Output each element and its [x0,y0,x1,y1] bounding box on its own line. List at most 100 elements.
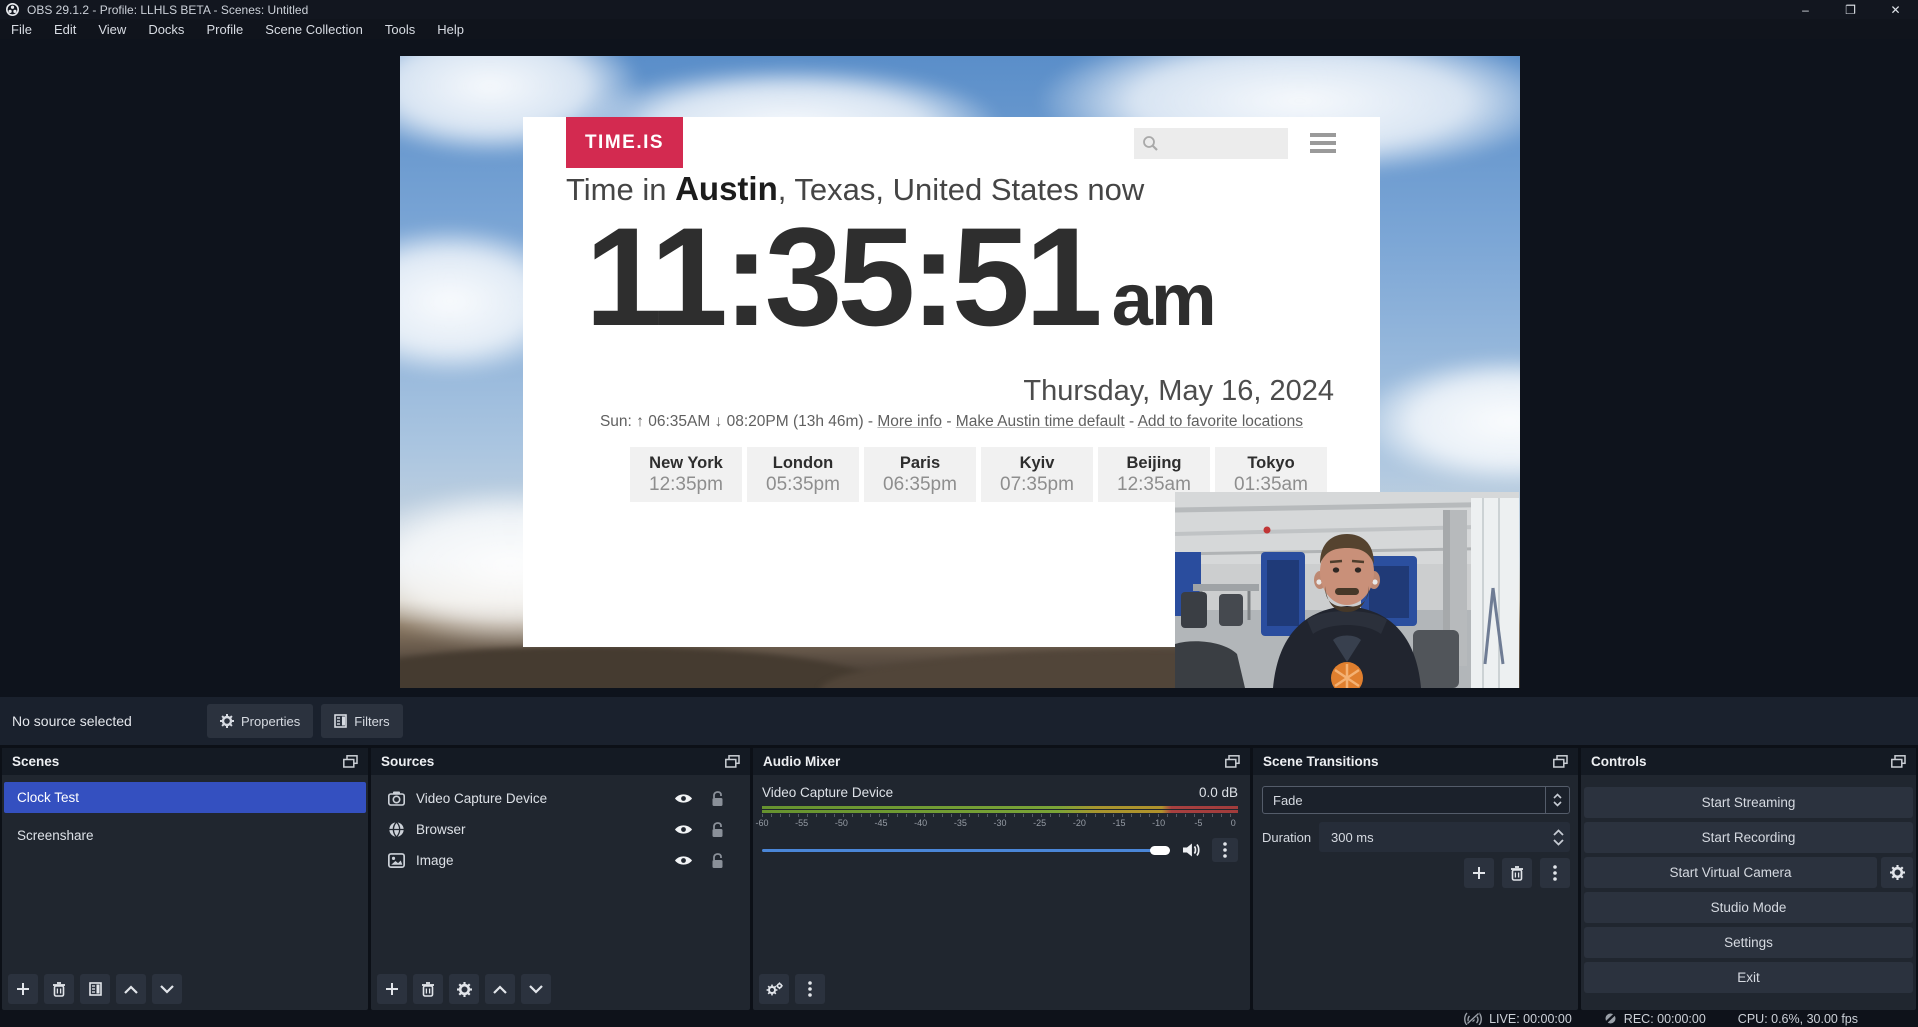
source-item-image[interactable]: Image [371,845,750,876]
add-source-button[interactable] [377,974,407,1004]
city-kyiv[interactable]: Kyiv 07:35pm [981,447,1093,502]
minimize-button[interactable]: – [1783,0,1828,19]
popout-icon[interactable] [1553,755,1568,768]
current-time: 11:35:51 am [585,203,1345,350]
start-virtual-camera-button[interactable]: Start Virtual Camera [1584,857,1877,888]
hamburger-menu-icon[interactable] [1310,133,1336,153]
chevron-down-icon [529,985,543,994]
make-default-link[interactable]: Make Austin time default [956,413,1125,430]
source-item-video-capture[interactable]: Video Capture Device [371,783,750,814]
add-favorite-link[interactable]: Add to favorite locations [1138,413,1303,430]
dots-vertical-icon [1223,842,1227,858]
gear-icon [457,982,472,997]
speaker-icon[interactable] [1182,842,1201,858]
popout-icon[interactable] [725,755,740,768]
timeis-search-input[interactable] [1134,128,1288,159]
menu-docks[interactable]: Docks [137,20,195,39]
obs-logo-icon [6,3,19,16]
spinner-arrows-icon[interactable] [1553,822,1564,852]
preview-area[interactable]: TIME.IS Time in Austin, Texas, United St… [0,39,1918,697]
virtual-camera-settings-button[interactable] [1881,857,1913,888]
more-info-link[interactable]: More info [877,413,942,430]
rec-timer: REC: 00:00:00 [1624,1012,1706,1026]
menu-edit[interactable]: Edit [43,20,87,39]
source-properties-button[interactable] [449,974,479,1004]
record-inactive-icon [1604,1012,1617,1025]
exit-button[interactable]: Exit [1584,962,1913,993]
lock-icon[interactable] [711,822,724,838]
menu-tools[interactable]: Tools [374,20,426,39]
popout-icon[interactable] [1891,755,1906,768]
visibility-eye-icon[interactable] [674,823,693,836]
scene-item-clock-test[interactable]: Clock Test [4,782,366,813]
lock-icon[interactable] [711,853,724,869]
duration-input[interactable]: 300 ms [1319,822,1570,852]
cloud-decoration [1360,356,1520,486]
webcam-overlay [1175,492,1519,688]
transitions-panel-title: Scene Transitions [1263,754,1379,769]
scene-item-screenshare[interactable]: Screenshare [4,820,366,851]
visibility-eye-icon[interactable] [674,792,693,805]
menu-scene-collection[interactable]: Scene Collection [254,20,374,39]
remove-transition-button[interactable] [1502,858,1532,888]
add-scene-button[interactable] [8,974,38,1004]
source-status-text: No source selected [12,713,207,729]
filters-button[interactable]: Filters [321,704,402,738]
settings-button[interactable]: Settings [1584,927,1913,958]
menu-file[interactable]: File [0,20,43,39]
move-source-up-button[interactable] [485,974,515,1004]
remove-scene-button[interactable] [44,974,74,1004]
sources-panel-title: Sources [381,754,434,769]
title-bar: OBS 29.1.2 - Profile: LLHLS BETA - Scene… [0,0,1918,19]
menu-bar: File Edit View Docks Profile Scene Colle… [0,19,1918,39]
volume-slider-handle[interactable] [1150,846,1170,855]
sun-info-line: Sun: ↑ 06:35AM ↓ 08:20PM (13h 46m) - Mor… [523,413,1380,431]
dots-vertical-icon [1553,865,1557,881]
properties-button[interactable]: Properties [207,704,313,738]
lock-icon[interactable] [711,791,724,807]
time-ampm: am [1112,257,1215,342]
mixer-menu-button[interactable] [795,974,825,1004]
source-item-browser[interactable]: Browser [371,814,750,845]
menu-view[interactable]: View [87,20,137,39]
controls-panel: Controls Start Streaming Start Recording… [1581,748,1916,1010]
trash-icon [52,982,66,997]
time-digits: 11:35:51 [585,203,1098,350]
chevron-down-icon [160,985,174,994]
start-streaming-button[interactable]: Start Streaming [1584,787,1913,818]
plus-icon [16,982,30,996]
gear-icon [220,714,234,728]
city-paris[interactable]: Paris 06:35pm [864,447,976,502]
popout-icon[interactable] [343,755,358,768]
maximize-button[interactable]: ❐ [1828,0,1873,19]
close-button[interactable]: ✕ [1873,0,1918,19]
volume-slider[interactable] [762,849,1158,852]
menu-profile[interactable]: Profile [195,20,254,39]
scene-transitions-panel: Scene Transitions Fade Duration 300 ms [1253,748,1578,1010]
meter-scale: -60 -55 -50 -45 -40 -35 -30 -25 -20 -15 … [762,818,1238,830]
visibility-eye-icon[interactable] [674,854,693,867]
program-canvas[interactable]: TIME.IS Time in Austin, Texas, United St… [400,56,1520,688]
menu-help[interactable]: Help [426,20,475,39]
move-scene-up-button[interactable] [116,974,146,1004]
sources-toolbar [377,974,551,1004]
timeis-logo[interactable]: TIME.IS [566,117,683,168]
move-source-down-button[interactable] [521,974,551,1004]
scene-filters-button[interactable] [80,974,110,1004]
start-recording-button[interactable]: Start Recording [1584,822,1913,853]
mixer-channel-name: Video Capture Device [762,785,893,800]
trash-icon [421,982,435,997]
advanced-audio-button[interactable] [759,974,789,1004]
studio-mode-button[interactable]: Studio Mode [1584,892,1913,923]
add-transition-button[interactable] [1464,858,1494,888]
transition-menu-button[interactable] [1540,858,1570,888]
plus-icon [385,982,399,996]
remove-source-button[interactable] [413,974,443,1004]
city-london[interactable]: London 05:35pm [747,447,859,502]
transition-select[interactable]: Fade [1262,786,1570,814]
mixer-toolbar [759,974,825,1004]
popout-icon[interactable] [1225,755,1240,768]
mixer-channel-menu-button[interactable] [1212,838,1238,862]
move-scene-down-button[interactable] [152,974,182,1004]
city-new-york[interactable]: New York 12:35pm [630,447,742,502]
